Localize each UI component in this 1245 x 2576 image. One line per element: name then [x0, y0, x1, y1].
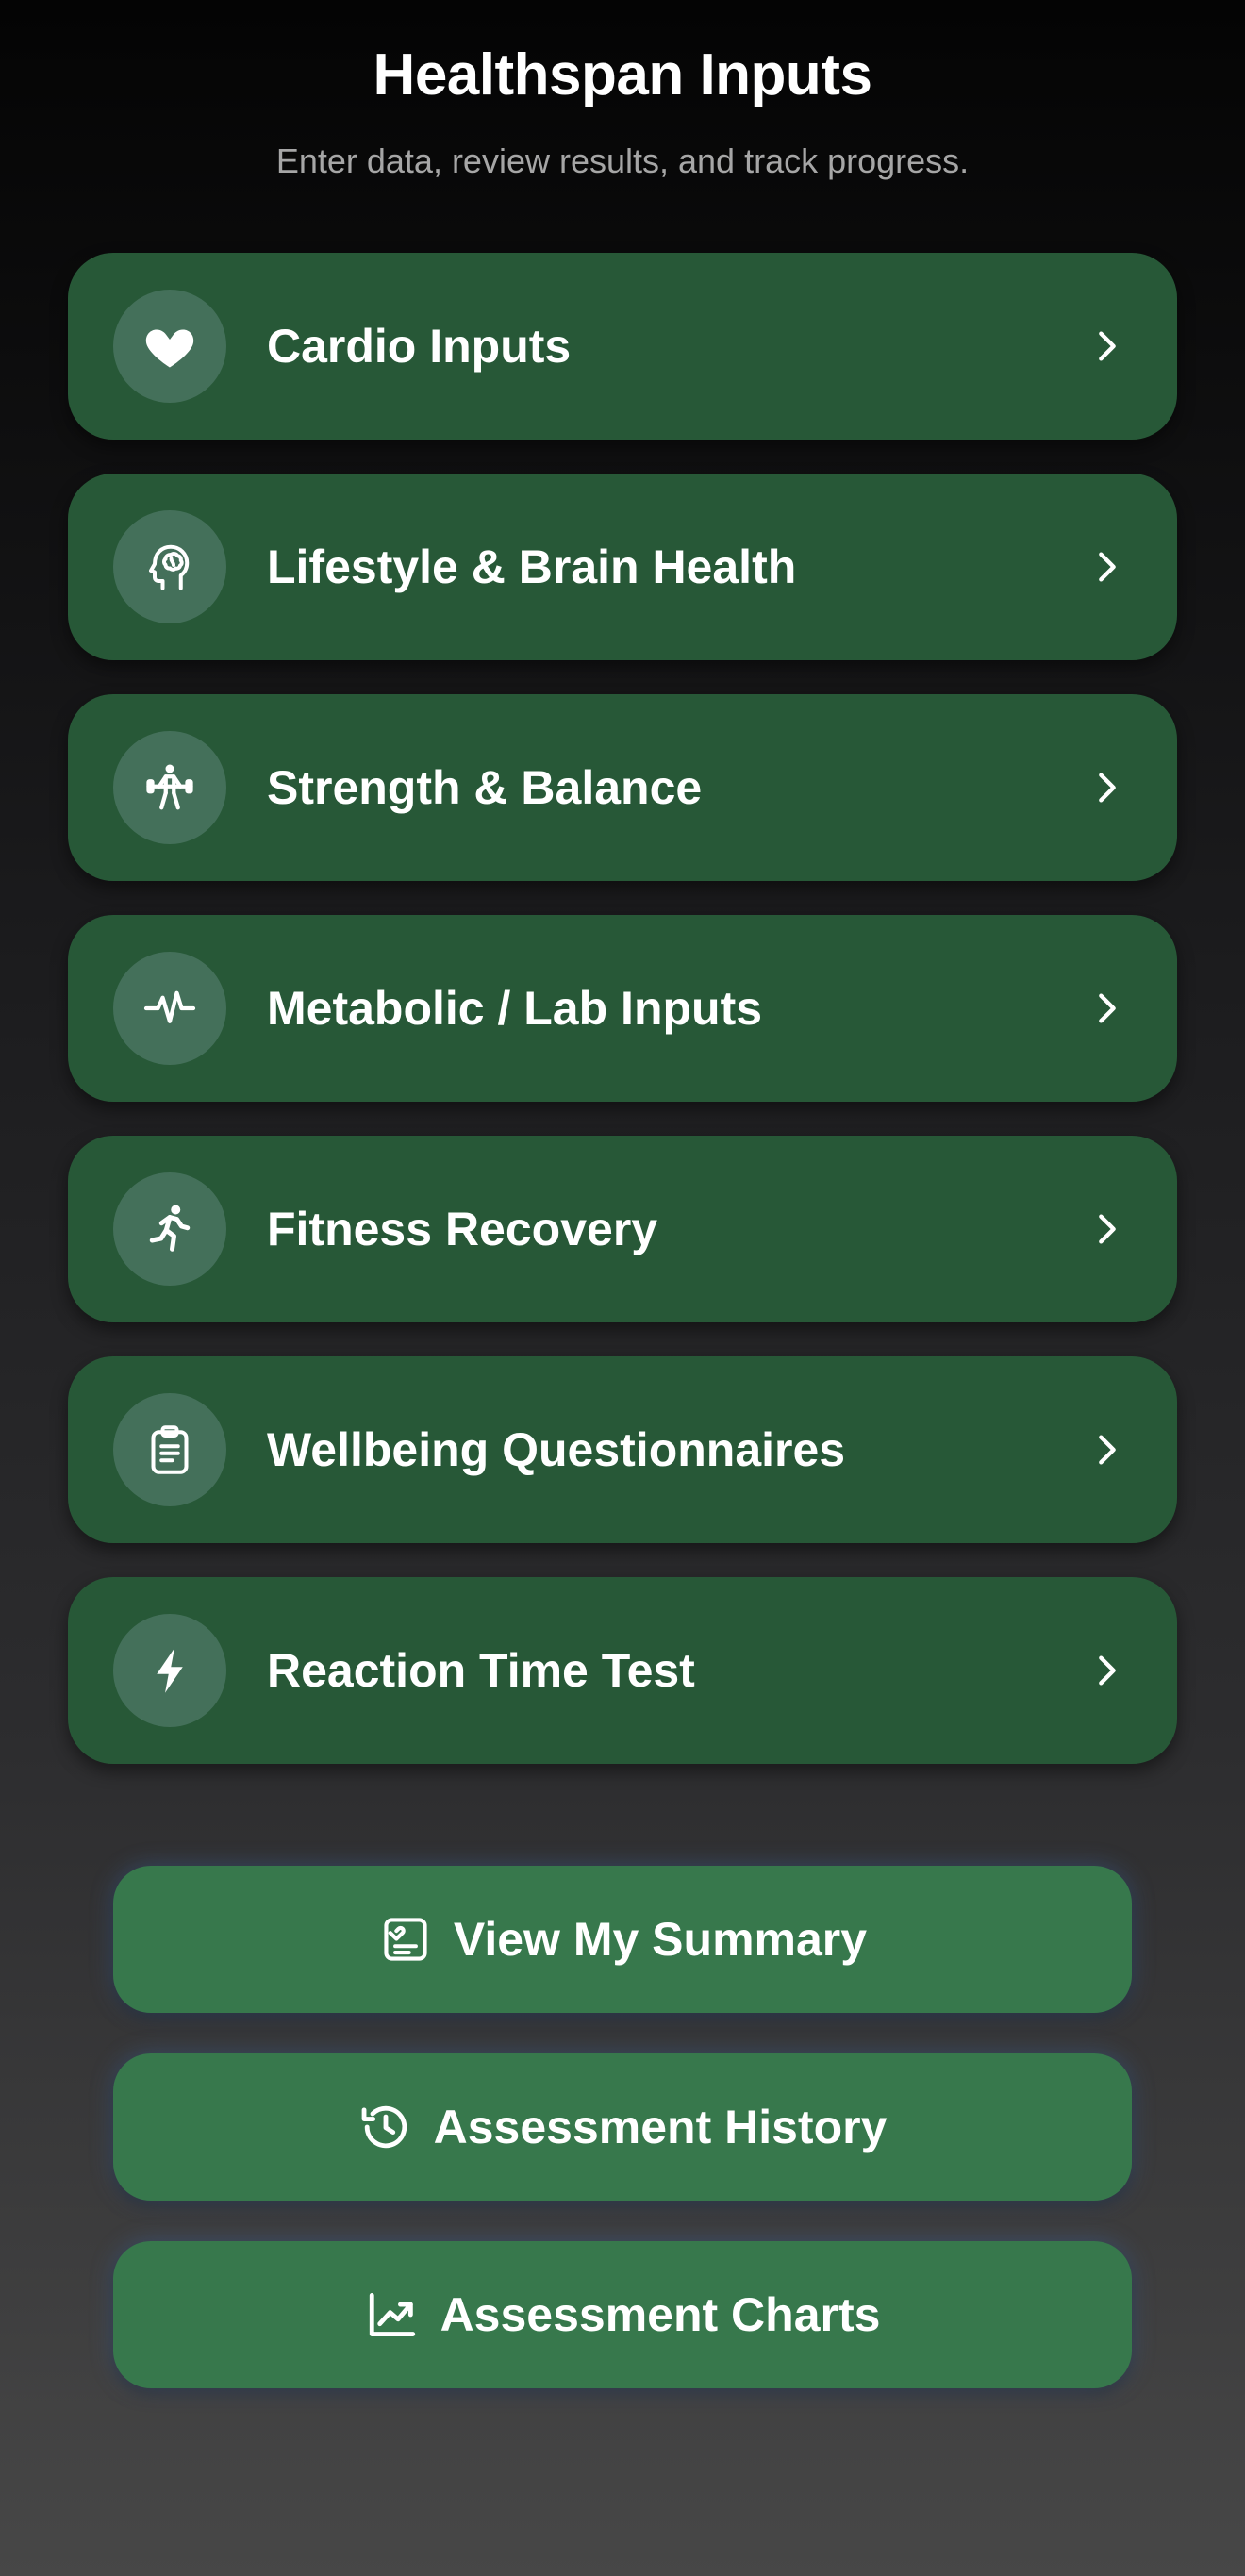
category-card-reaction-time[interactable]: Reaction Time Test — [68, 1577, 1177, 1764]
category-label: Metabolic / Lab Inputs — [267, 982, 763, 1035]
lightning-icon — [113, 1614, 226, 1727]
pulse-icon — [113, 952, 226, 1065]
chevron-right-icon — [1079, 1201, 1136, 1257]
category-card-cardio[interactable]: Cardio Inputs — [68, 253, 1177, 440]
category-label: Strength & Balance — [267, 761, 703, 814]
category-list: Cardio Inputs Lifestyle & Brain Health S… — [68, 253, 1177, 1798]
history-icon — [358, 2100, 413, 2154]
chevron-right-icon — [1079, 980, 1136, 1037]
summary-card-icon — [378, 1912, 433, 1967]
category-label: Lifestyle & Brain Health — [267, 540, 797, 593]
category-label: Wellbeing Questionnaires — [267, 1423, 846, 1476]
heart-icon — [113, 290, 226, 403]
page-title: Healthspan Inputs — [373, 42, 872, 108]
category-label: Cardio Inputs — [267, 320, 572, 373]
chevron-right-icon — [1079, 318, 1136, 374]
chart-trend-icon — [365, 2287, 420, 2342]
chevron-right-icon — [1079, 759, 1136, 816]
runner-icon — [113, 1172, 226, 1286]
view-summary-button[interactable]: View My Summary — [113, 1866, 1132, 2013]
brain-head-icon — [113, 510, 226, 623]
assessment-history-button[interactable]: Assessment History — [113, 2053, 1132, 2201]
category-card-wellbeing-questionnaires[interactable]: Wellbeing Questionnaires — [68, 1356, 1177, 1543]
category-card-lifestyle-brain[interactable]: Lifestyle & Brain Health — [68, 474, 1177, 660]
category-card-fitness-recovery[interactable]: Fitness Recovery — [68, 1136, 1177, 1322]
page-subtitle: Enter data, review results, and track pr… — [275, 141, 970, 180]
action-label: Assessment History — [433, 2101, 888, 2153]
weightlifter-icon — [113, 731, 226, 844]
assessment-charts-button[interactable]: Assessment Charts — [113, 2241, 1132, 2388]
action-label: Assessment Charts — [440, 2288, 881, 2341]
action-list: View My Summary Assessment History Asses… — [113, 1866, 1132, 2429]
category-card-metabolic-lab[interactable]: Metabolic / Lab Inputs — [68, 915, 1177, 1102]
category-label: Reaction Time Test — [267, 1644, 695, 1697]
action-label: View My Summary — [453, 1913, 868, 1966]
category-card-strength-balance[interactable]: Strength & Balance — [68, 694, 1177, 881]
chevron-right-icon — [1079, 1421, 1136, 1478]
clipboard-icon — [113, 1393, 226, 1506]
chevron-right-icon — [1079, 1642, 1136, 1699]
category-label: Fitness Recovery — [267, 1203, 658, 1255]
chevron-right-icon — [1079, 539, 1136, 595]
